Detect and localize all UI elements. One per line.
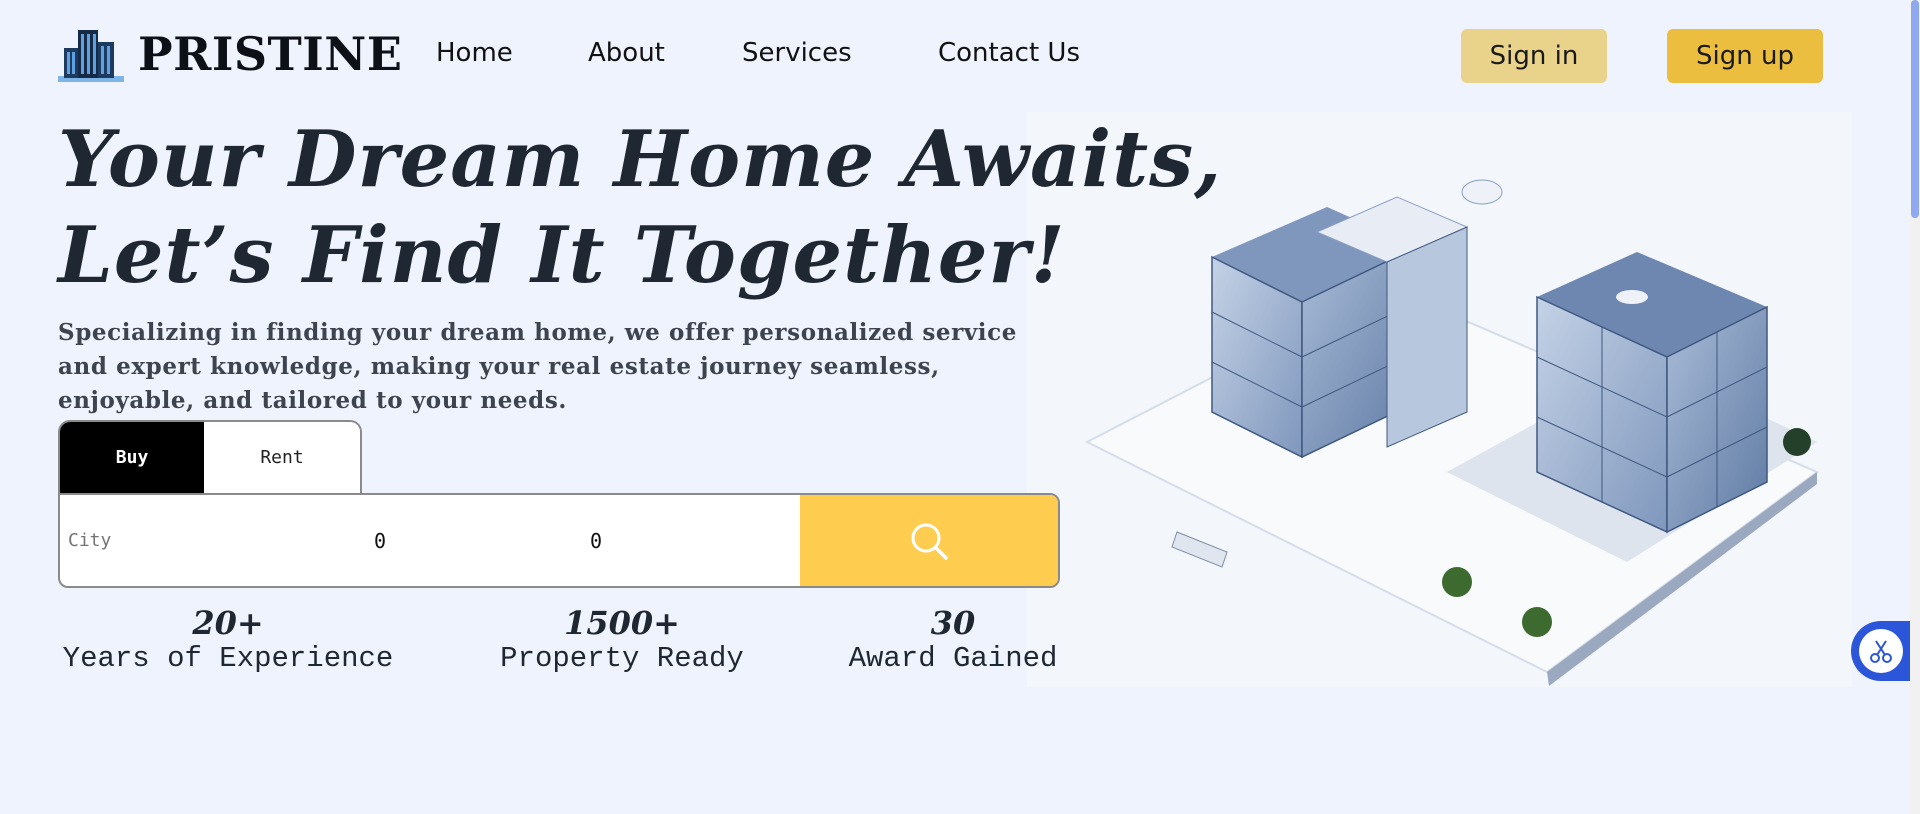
brand-logo[interactable]: PRISTINE	[58, 26, 402, 82]
nav-services[interactable]: Services	[742, 38, 852, 68]
city-input[interactable]	[68, 495, 308, 586]
floating-tool-button[interactable]	[1851, 621, 1913, 681]
sign-in-button[interactable]: Sign in	[1461, 29, 1607, 83]
hero-title: Your Dream Home Awaits, Let’s Find It To…	[58, 112, 1223, 304]
stat-value: 30	[930, 604, 976, 642]
search-button[interactable]	[800, 495, 1058, 586]
stat-awards: 30 Award Gained	[842, 604, 1064, 676]
floating-tool-inner	[1859, 629, 1903, 673]
stat-label: Award Gained	[848, 642, 1058, 675]
stat-value: 20+	[192, 604, 264, 642]
nav-contact-us[interactable]: Contact Us	[938, 38, 1080, 68]
site-header: PRISTINE Home About Services Contact Us …	[0, 0, 1920, 112]
tab-buy[interactable]: Buy	[60, 422, 205, 493]
nav-home[interactable]: Home	[436, 38, 513, 68]
nav-about[interactable]: About	[588, 38, 665, 68]
stat-label: Years of Experience	[62, 642, 394, 675]
search-icon	[911, 523, 948, 560]
stat-label: Property Ready	[500, 642, 744, 675]
brand-name: PRISTINE	[138, 27, 403, 81]
buildings-icon	[58, 30, 124, 82]
scrollbar-thumb[interactable]	[1911, 0, 1919, 218]
sign-up-button[interactable]: Sign up	[1667, 29, 1823, 83]
stat-value: 1500+	[564, 604, 680, 642]
scissors-icon	[1870, 640, 1892, 663]
hero-description: Specializing in finding your dream home,…	[58, 319, 1017, 414]
property-search-bar: 0 0	[58, 493, 1060, 588]
hero-title-line-1: Your Dream Home Awaits,	[58, 114, 1223, 205]
max-price-input[interactable]: 0	[590, 495, 740, 586]
min-price-input[interactable]: 0	[374, 495, 524, 586]
stat-properties: 1500+ Property Ready	[492, 604, 752, 676]
buy-rent-tabs: Buy Rent	[58, 420, 362, 493]
stat-experience: 20+ Years of Experience	[58, 604, 398, 676]
tab-rent[interactable]: Rent	[204, 422, 360, 493]
hero-title-line-2: Let’s Find It Together!	[58, 210, 1066, 301]
page-scrollbar[interactable]	[1910, 0, 1920, 814]
